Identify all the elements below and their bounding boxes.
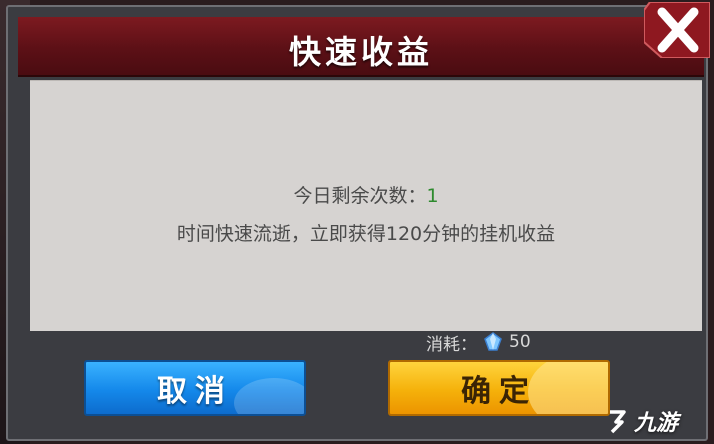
cost-value: 50 xyxy=(509,332,531,352)
cost-label: 消耗： xyxy=(426,334,477,355)
watermark-text: 九游 xyxy=(634,411,679,436)
content-panel: 今日剩余次数：1 时间快速流逝，立即获得120分钟的挂机收益 xyxy=(30,80,702,331)
cancel-button[interactable]: 取消 xyxy=(84,360,306,416)
description-text: 时间快速流逝，立即获得120分钟的挂机收益 xyxy=(176,223,556,245)
remaining-count-text: 今日剩余次数：1 xyxy=(30,181,702,208)
remaining-count: 1 xyxy=(426,185,439,207)
confirm-button[interactable]: 确定 xyxy=(388,360,610,416)
dialog-header: 快速收益 xyxy=(18,17,704,77)
gem-icon xyxy=(484,332,502,351)
close-button[interactable] xyxy=(644,2,710,58)
watermark: 九游 xyxy=(604,404,704,438)
cost-info: 消耗： 50 xyxy=(426,330,531,355)
dialog-title: 快速收益 xyxy=(288,33,433,71)
remaining-label: 今日剩余次数： xyxy=(293,185,427,207)
j9-logo-icon xyxy=(610,410,626,434)
